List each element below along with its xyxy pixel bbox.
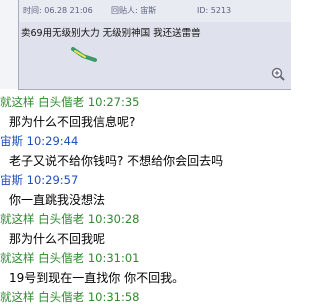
screenshot-message: 卖69用无级别大力 无级别神国 我还送雷兽 <box>21 28 201 39</box>
sender-name: 就这样 白头偕老 <box>0 95 85 109</box>
message-header: 就这样 白头偕老 10:31:01 <box>0 250 139 266</box>
message-time: 10:31:01 <box>87 251 140 265</box>
message-header: 宙斯 10:29:57 <box>0 172 78 188</box>
message-header: 宙斯 10:29:44 <box>0 133 78 149</box>
sender-name: 宙斯 <box>0 173 23 187</box>
message-time: 10:30:28 <box>87 212 140 226</box>
message-time: 10:27:35 <box>87 95 140 109</box>
zoom-in-icon[interactable] <box>271 67 285 81</box>
left-edge-strip <box>0 0 18 89</box>
message-text: 你一直跳我没想法 <box>9 193 106 207</box>
message-header: 就这样 白头偕老 10:30:28 <box>0 211 139 227</box>
replier-label: 回贴人: 宙斯 <box>111 6 157 15</box>
message-text: 那为什么不回我呢 <box>9 232 106 246</box>
sender-name: 就这样 白头偕老 <box>0 290 85 304</box>
message-text: 19号到现在一直找你 你不回我。 <box>9 271 185 285</box>
message-text: 老子又说不给你钱吗? 不想给你会回去吗 <box>9 154 224 168</box>
message-header: 就这样 白头偕老 10:27:35 <box>0 94 139 110</box>
message-time: 10:31:58 <box>87 290 140 304</box>
id-label: ID: 5213 <box>197 6 232 15</box>
sender-name: 就这样 白头偕老 <box>0 251 85 265</box>
message-text: 那为什么不回我信息呢? <box>9 115 136 129</box>
pen-stroke-mark <box>71 47 97 62</box>
sender-name: 就这样 白头偕老 <box>0 212 85 226</box>
shared-screenshot[interactable]: 时间: 06.28 21:06 回贴人: 宙斯 ID: 5213 卖69用无级别… <box>18 0 291 90</box>
sender-name: 宙斯 <box>0 134 23 148</box>
time-label: 时间: 06.28 21:06 <box>23 6 93 15</box>
message-time: 10:29:44 <box>26 134 79 148</box>
message-time: 10:29:57 <box>26 173 79 187</box>
screenshot-header: 时间: 06.28 21:06 回贴人: 宙斯 ID: 5213 <box>19 0 291 22</box>
message-header: 就这样 白头偕老 10:31:58 <box>0 289 139 305</box>
